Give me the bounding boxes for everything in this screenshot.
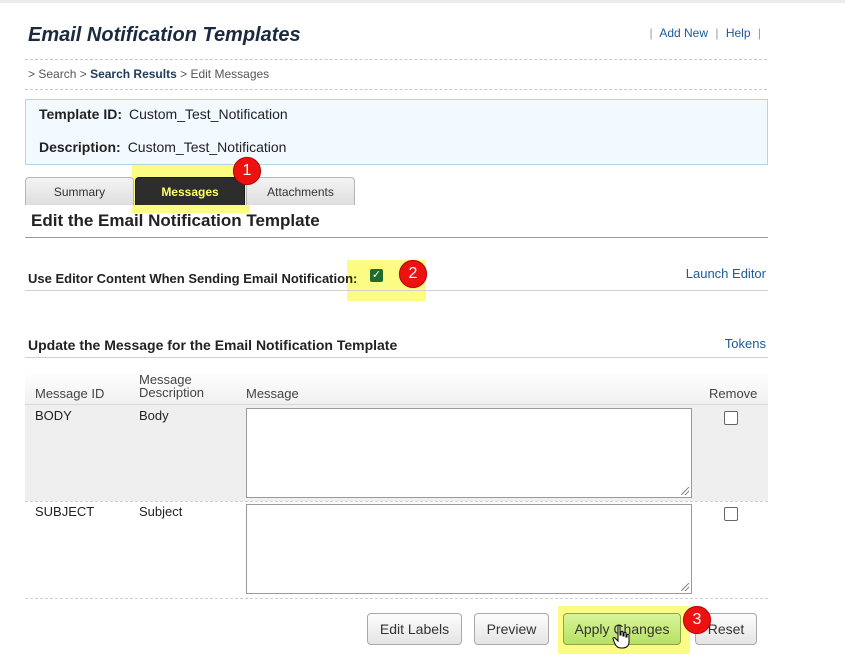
remove-body-checkbox[interactable] — [724, 411, 738, 425]
callout-1: 1 — [233, 157, 261, 185]
row-message-id: BODY — [35, 408, 72, 423]
breadcrumb-search[interactable]: > Search > — [28, 67, 87, 81]
template-id-row: Template ID: Custom_Test_Notification — [39, 106, 288, 122]
messages-table-header — [25, 372, 768, 405]
tokens-link[interactable]: Tokens — [725, 336, 766, 351]
page-title: Email Notification Templates — [28, 24, 301, 46]
hand-cursor-icon — [612, 624, 630, 649]
editor-divider — [25, 290, 768, 291]
resize-grip-icon[interactable] — [681, 583, 689, 591]
section-underline — [25, 237, 768, 238]
breadcrumb: > Search > Search Results > Edit Message… — [28, 67, 269, 81]
add-new-link[interactable]: Add New — [659, 26, 708, 40]
header-message-description: Message Description — [139, 373, 204, 399]
header-message: Message — [246, 386, 299, 401]
breadcrumb-divider — [25, 89, 767, 90]
preview-button[interactable]: Preview — [474, 613, 549, 645]
breadcrumb-search-results[interactable]: Search Results — [90, 67, 177, 81]
callout-2: 2 — [399, 260, 427, 288]
update-divider — [25, 357, 768, 358]
callout-3: 3 — [683, 606, 711, 634]
checkmark-icon: ✓ — [371, 269, 382, 281]
link-separator: | — [757, 26, 761, 40]
row-divider — [25, 501, 768, 502]
template-id-value: Custom_Test_Notification — [128, 106, 288, 122]
row-message-description: Body — [139, 408, 169, 423]
row-message-id: SUBJECT — [35, 504, 95, 519]
remove-subject-checkbox[interactable] — [724, 507, 738, 521]
template-info-box: Template ID: Custom_Test_Notification Des… — [25, 99, 768, 165]
section-title: Edit the Email Notification Template — [31, 211, 320, 230]
header-remove: Remove — [709, 386, 758, 401]
body-message-textarea[interactable] — [246, 408, 692, 498]
description-value: Custom_Test_Notification — [127, 139, 287, 155]
edit-labels-button[interactable]: Edit Labels — [367, 613, 462, 645]
description-row: Description: Custom_Test_Notification — [39, 139, 286, 155]
use-editor-label: Use Editor Content When Sending Email No… — [28, 271, 358, 286]
help-link[interactable]: Help — [726, 26, 751, 40]
header-divider — [25, 59, 767, 60]
tab-summary[interactable]: Summary — [25, 177, 134, 205]
row-divider — [25, 598, 768, 599]
header-links: | Add New | Help | — [646, 26, 765, 40]
template-id-label: Template ID: — [39, 106, 122, 122]
update-message-title: Update the Message for the Email Notific… — [28, 337, 398, 353]
launch-editor-link[interactable]: Launch Editor — [686, 266, 766, 281]
link-separator: | — [649, 26, 653, 40]
resize-grip-icon[interactable] — [681, 487, 689, 495]
link-separator: | — [715, 26, 719, 40]
subject-message-textarea[interactable] — [246, 504, 692, 594]
header-message-id: Message ID — [35, 386, 105, 401]
top-strip — [0, 0, 845, 3]
breadcrumb-current: > Edit Messages — [180, 67, 270, 81]
use-editor-checkbox[interactable]: ✓ — [370, 269, 383, 282]
tab-messages[interactable]: Messages — [135, 177, 245, 205]
description-label: Description: — [39, 139, 121, 155]
row-message-description: Subject — [139, 504, 183, 519]
header-message-description-line2: Description — [139, 385, 205, 400]
tab-attachments[interactable]: Attachments — [246, 177, 355, 205]
